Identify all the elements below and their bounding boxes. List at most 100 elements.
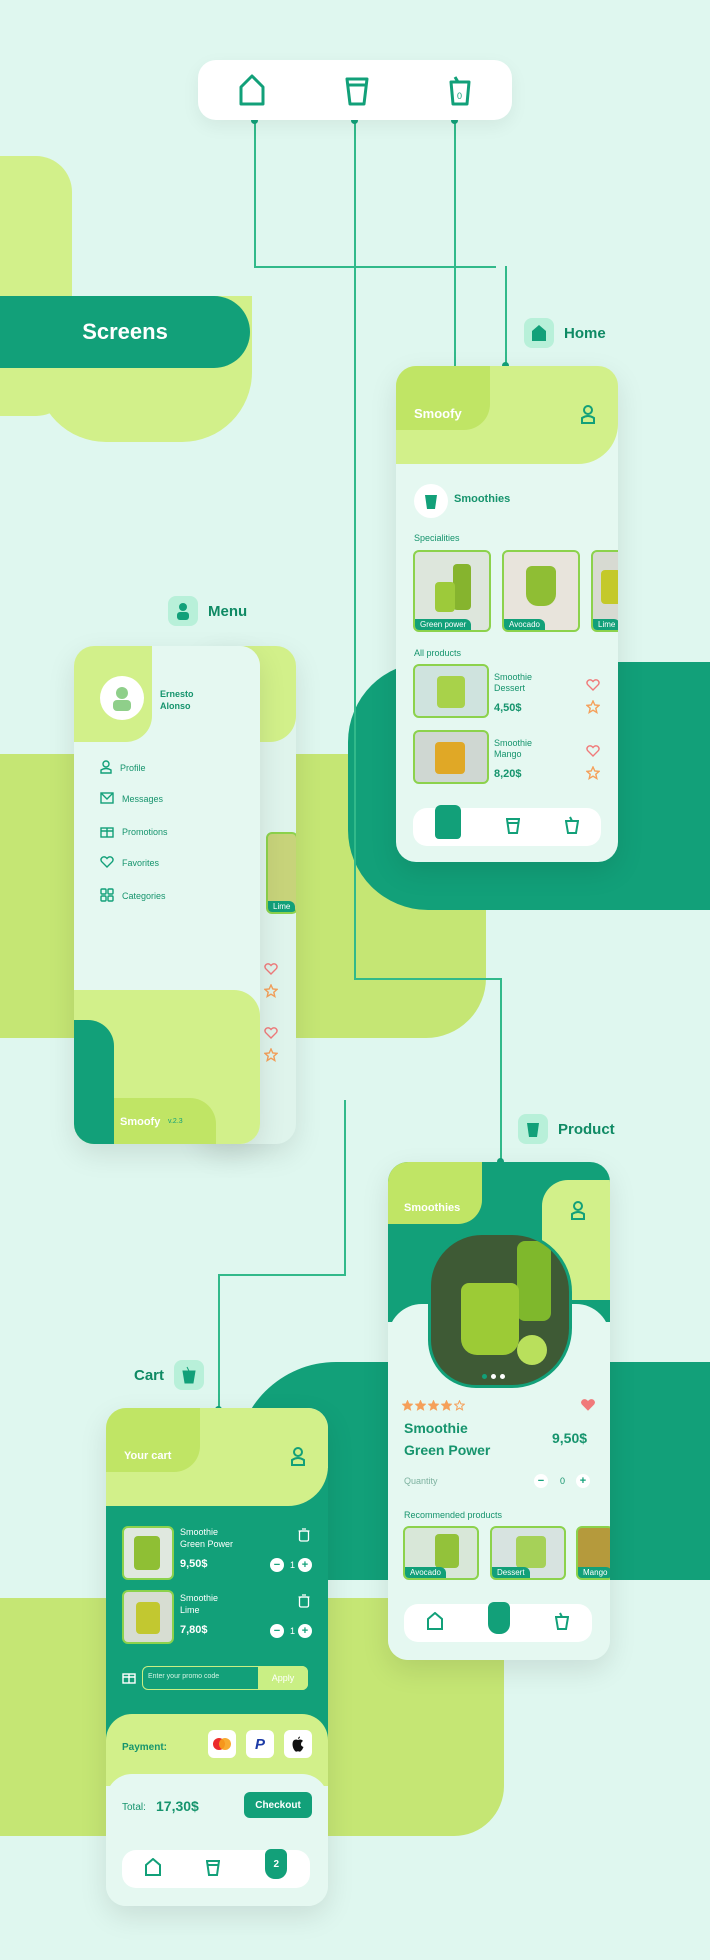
cart-title: Your cart [124, 1450, 172, 1462]
product-header-title: Smoothies [404, 1202, 461, 1214]
quantity-increase-button[interactable]: + [576, 1474, 590, 1488]
quantity-increase-button[interactable]: + [298, 1624, 312, 1638]
total-value: 17,30$ [156, 1798, 199, 1814]
apple-pay-button[interactable] [284, 1730, 312, 1758]
home-icon[interactable] [426, 1611, 443, 1635]
connector-line [354, 978, 502, 980]
cart-header-tag [106, 1408, 200, 1472]
quantity-decrease-button[interactable]: − [270, 1624, 284, 1638]
speciality-card[interactable]: Lime [591, 550, 618, 632]
menu-item-profile[interactable]: Profile [100, 760, 146, 776]
product-name-line2: Green Power [404, 1442, 491, 1458]
label-product-text: Product [558, 1120, 615, 1138]
speciality-caption: Lime [593, 619, 618, 630]
cart-item-image[interactable] [122, 1526, 174, 1580]
speciality-card[interactable]: Green power [413, 550, 491, 632]
user-avatar[interactable] [100, 676, 144, 720]
peek-thumb: Lime [266, 832, 296, 914]
drink-image [136, 1602, 160, 1634]
cart-item-image[interactable] [122, 1590, 174, 1644]
connector-line [344, 1100, 346, 1274]
cart-cup-icon[interactable]: 2 [265, 1849, 288, 1879]
speciality-card[interactable]: Avocado [502, 550, 580, 632]
recommended-card[interactable]: Dessert [490, 1526, 566, 1580]
menu-item-label: Profile [120, 763, 146, 773]
page-title: Screens [0, 296, 250, 368]
menu-footer-dark [74, 1020, 114, 1144]
heart-icon[interactable] [580, 1398, 596, 1417]
carousel-dot[interactable] [500, 1374, 505, 1379]
menu-item-favorites[interactable]: Favorites [100, 856, 159, 870]
lime-image [517, 1335, 547, 1365]
product-price: 8,20$ [494, 768, 522, 780]
heart-icon[interactable] [586, 678, 600, 696]
profile-icon[interactable] [570, 1200, 586, 1225]
cup-icon [518, 1114, 548, 1144]
paypal-button[interactable]: P [246, 1730, 274, 1758]
envelope-icon [100, 792, 114, 806]
star-icon[interactable] [585, 699, 601, 719]
product-header-tag [388, 1162, 482, 1224]
star-icon [402, 1400, 413, 1411]
drink-image [601, 570, 618, 604]
profile-icon[interactable] [580, 404, 596, 429]
quantity-decrease-button[interactable]: − [534, 1474, 548, 1488]
top-navigation: 0 [198, 60, 512, 120]
star-icon [263, 1047, 279, 1067]
user-icon [168, 596, 198, 626]
heart-icon[interactable] [586, 744, 600, 762]
recommended-card[interactable]: Mango [576, 1526, 610, 1580]
cup-icon[interactable] [205, 1858, 221, 1881]
carousel-dots[interactable] [482, 1374, 505, 1379]
apple-icon [292, 1736, 304, 1752]
quantity-increase-button[interactable]: + [298, 1558, 312, 1572]
menu-item-label: Messages [122, 794, 164, 804]
checkout-button[interactable]: Checkout [244, 1792, 312, 1818]
star-icon [263, 983, 279, 1003]
product-image[interactable] [413, 730, 489, 784]
label-menu-text: Menu [208, 602, 248, 620]
recommended-card[interactable]: Avocado [403, 1526, 479, 1580]
label-menu: Menu [168, 596, 247, 626]
quantity-decrease-button[interactable]: − [270, 1558, 284, 1572]
cart-cup-icon[interactable] [555, 1612, 570, 1635]
cart-cup-icon[interactable]: 0 [447, 73, 473, 107]
star-icon[interactable] [585, 765, 601, 785]
connector-line [500, 978, 502, 1162]
app-version: v.2.3 [168, 1118, 183, 1125]
connector-line [505, 266, 507, 366]
cart-cup-icon[interactable] [564, 816, 579, 839]
apply-button[interactable]: Apply [258, 1666, 308, 1690]
cup-icon[interactable] [487, 1602, 510, 1634]
home-icon[interactable] [237, 73, 267, 107]
peek-caption: Lime [268, 901, 296, 912]
category-avatar[interactable] [414, 484, 448, 518]
all-products-title: All products [414, 648, 462, 658]
connector-line [454, 120, 456, 368]
home-icon[interactable] [435, 805, 462, 839]
menu-item-label: Categories [122, 891, 166, 901]
product-image[interactable] [413, 664, 489, 718]
carousel-dot[interactable] [491, 1374, 496, 1379]
category-title: Smoothies [454, 493, 511, 505]
checkout-button-label: Checkout [255, 1799, 301, 1811]
cart-item-qty: 1 [290, 1560, 296, 1570]
trash-icon[interactable] [298, 1594, 310, 1613]
menu-item-categories[interactable]: Categories [100, 888, 166, 904]
drink-image [437, 676, 465, 708]
drink-image [435, 1534, 459, 1568]
specialities-title: Specialities [414, 533, 460, 543]
carousel-dot[interactable] [482, 1374, 487, 1379]
home-icon[interactable] [144, 1857, 161, 1881]
user-icon [100, 760, 112, 776]
cup-icon[interactable] [344, 73, 370, 107]
mastercard-button[interactable] [208, 1730, 236, 1758]
trash-icon[interactable] [298, 1528, 310, 1547]
menu-item-messages[interactable]: Messages [100, 792, 163, 806]
profile-icon[interactable] [290, 1446, 306, 1471]
drink-image [453, 564, 471, 610]
speciality-caption: Avocado [504, 619, 545, 630]
grid-icon [100, 888, 114, 904]
menu-item-promotions[interactable]: Promotions [100, 824, 168, 840]
cup-icon[interactable] [505, 816, 521, 839]
